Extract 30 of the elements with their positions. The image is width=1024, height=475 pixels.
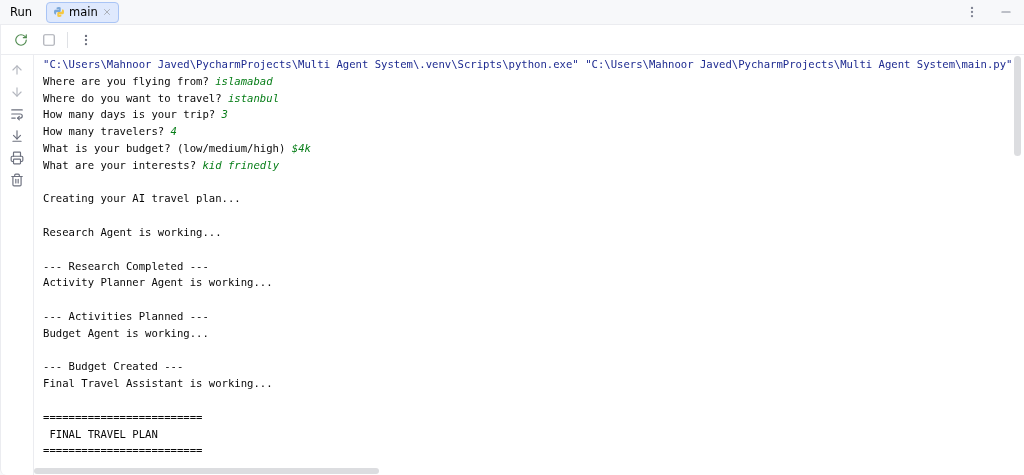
console-line: Creating your AI travel plan... [43,192,241,205]
console-line: Where do you want to travel? [43,91,222,104]
console-line: What is your budget? (low/medium/high) [43,142,286,154]
console-line: Activity Planner Agent is working... [43,276,273,289]
vertical-scrollbar[interactable] [1014,56,1021,156]
console-line: Where are you flying from? [43,74,209,87]
user-answer: islamabad [215,74,273,87]
console-line: ========================= [43,444,203,457]
console-line: --- Research Completed --- [43,259,209,272]
console-line: Research Agent is working... [43,225,222,238]
console-line: --- Budget Created --- [43,360,184,373]
console-line: What are your interests? [43,158,197,171]
user-answer: istanbul [228,91,279,104]
console-line: ========================= [43,410,203,423]
horizontal-scrollbar[interactable] [34,468,379,474]
console-line: How many travelers? [43,125,165,138]
console-line: --- Activities Planned --- [43,309,209,322]
python-icon [53,6,66,18]
user-answer: 4 [170,125,177,138]
console-line: FINAL TRAVEL PLAN [48,427,158,440]
command-line: "C:\Users\Mahnoor Javed\PycharmProjects\Multi Agent System\.venv\Scripts\python.exe" "C:\Users\Mahnoor Javed\PycharmProjects\Multi Agent System\main.py" [43,58,1013,70]
user-answer: $4k [291,142,311,154]
close-icon [101,7,112,17]
console-line: Final Travel Assistant is working... [43,377,273,390]
panel-title: Run [10,5,33,19]
console-line: Budget Agent is working... [43,326,209,339]
user-answer: 3 [221,108,228,121]
run-tab[interactable]: main [46,1,119,23]
console-line: How many days is your trip? [43,108,216,121]
user-answer: kid frinedly [202,158,279,171]
